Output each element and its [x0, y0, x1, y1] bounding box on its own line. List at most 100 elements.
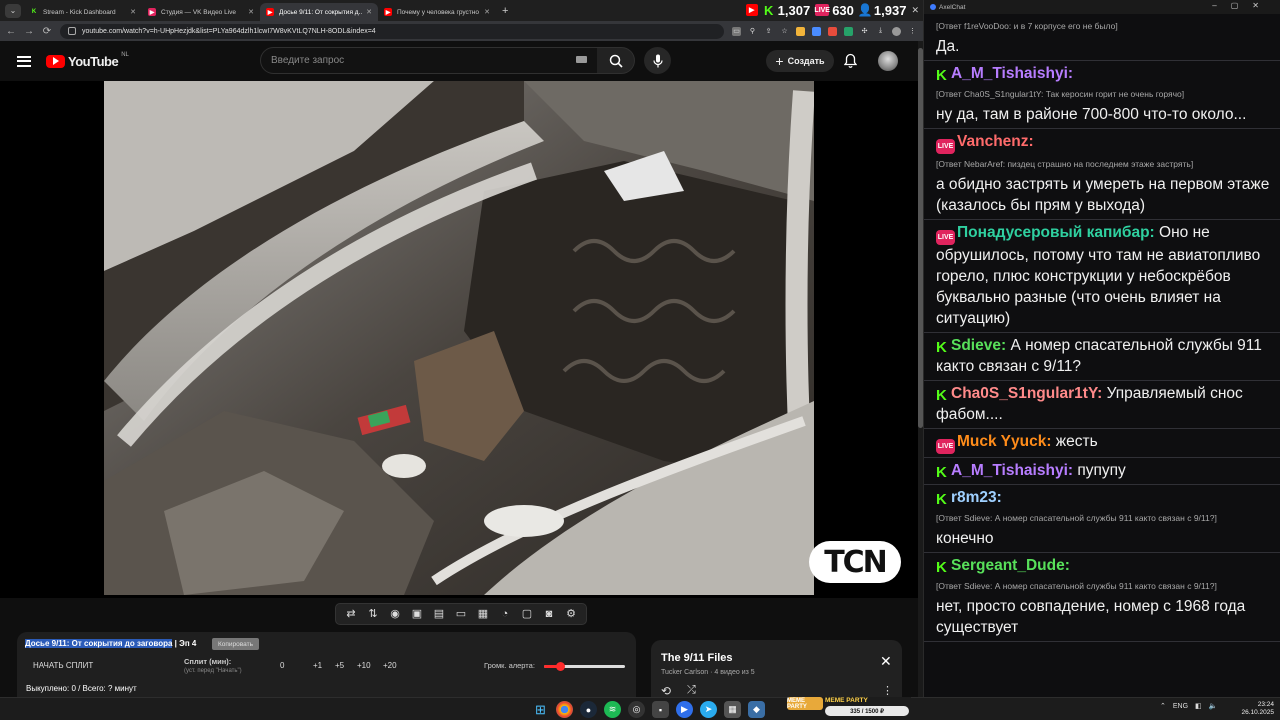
start-split-button[interactable]: НАЧАТЬ СПЛИТ [33, 661, 93, 670]
download-icon[interactable]: ⤓ [876, 27, 885, 36]
tab-kick-dashboard[interactable]: K Stream - Kick Dashboard ✕ [24, 3, 142, 21]
youtube-icon: ▶ [266, 8, 274, 16]
chat-message: Kr8m23: [Ответ Sdieve: А номер спасательн… [924, 485, 1280, 553]
telegram-icon[interactable]: ➤ [700, 701, 717, 718]
alert-volume-handle[interactable] [556, 662, 566, 671]
forward-arrow-icon[interactable]: → [24, 26, 34, 37]
close-icon[interactable]: ✕ [484, 8, 490, 16]
search-button[interactable] [597, 47, 635, 74]
zoom-icon[interactable]: ⚲ [748, 27, 757, 36]
steam-icon[interactable]: ● [580, 701, 597, 718]
add-20-button[interactable]: +20 [383, 661, 397, 670]
loop-playlist-icon[interactable]: ⟲ [661, 684, 671, 697]
tab-youtube-dossier[interactable]: ▶ Досье 9/11: От сокрытия д... ✕ [260, 3, 378, 21]
alert-volume-slider[interactable] [544, 662, 625, 671]
chevron-up-icon[interactable]: ⌃ [1160, 702, 1166, 710]
cinema-icon[interactable]: ▦ [477, 608, 490, 621]
video-frame[interactable] [104, 81, 814, 595]
person-icon: 👤 [857, 3, 873, 17]
chat-username[interactable]: Vanchenz: [957, 133, 1034, 150]
chat-username[interactable]: Cha0S_S1ngular1tY: [951, 385, 1102, 402]
add-5-button[interactable]: +5 [335, 661, 344, 670]
video-title-episode: | Эп 4 [172, 639, 197, 648]
clapperboard-icon[interactable]: ▤ [433, 608, 446, 621]
chat-username[interactable]: Muck Yyuck: [957, 433, 1051, 450]
reload-icon[interactable]: ⟳ [42, 26, 52, 37]
chat-username[interactable]: A_M_Tishaishyi: [951, 462, 1073, 479]
theater-mode-icon[interactable]: ▭ [455, 608, 468, 621]
close-icon[interactable]: ✕ [248, 8, 254, 16]
start-windows-icon[interactable]: ⊞ [532, 701, 549, 718]
chat-message-line: Kr8m23: [936, 487, 1273, 508]
add-10-button[interactable]: +10 [357, 661, 371, 670]
plus-icon: + [775, 53, 784, 69]
video-title: Досье 9/11: От сокрытия до заговора | Эп… [25, 639, 196, 648]
create-button[interactable]: + Создать [766, 50, 834, 72]
picture-in-picture-icon[interactable]: ▣ [411, 608, 424, 621]
camera-icon[interactable]: ◙ [543, 608, 556, 621]
loop-icon[interactable]: ⇄ [345, 608, 358, 621]
tab-youtube-sad[interactable]: ▶ Почему у человека грустно и... ✕ [378, 3, 496, 21]
close-icon[interactable]: ✕ [130, 8, 136, 16]
chat-message: LIVE Понадусеровый капибар: Оно не обруши… [924, 220, 1280, 333]
voice-search-button[interactable] [644, 47, 671, 74]
menu-dots-icon[interactable]: ⋮ [908, 27, 917, 36]
playlist-title[interactable]: The 9/11 Files [661, 652, 733, 664]
account-avatar[interactable] [878, 51, 898, 71]
new-tab-button[interactable]: + [502, 5, 508, 17]
obs-icon[interactable]: ◎ [628, 701, 645, 718]
network-icon[interactable]: ◧ [1195, 702, 1202, 710]
video-player[interactable] [0, 81, 918, 598]
clock[interactable]: 23:24 26.10.2025 [1234, 701, 1274, 717]
chat-username[interactable]: Понадусеровый капибар: [957, 224, 1155, 241]
extension-icon[interactable] [844, 26, 853, 36]
close-icon[interactable]: ✕ [366, 8, 372, 16]
profile-icon[interactable] [892, 26, 901, 36]
speaker-icon[interactable]: 🔈 [1209, 702, 1218, 710]
youtube-header: YouTube NL Введите запрос + Создать [0, 41, 918, 81]
spotify-icon[interactable]: ≋ [604, 701, 621, 718]
tab-search-icon[interactable]: ⌄ [5, 3, 21, 18]
tab-vk-studio[interactable]: ▶ Студия — VK Видео Live ✕ [142, 3, 260, 21]
back-arrow-icon[interactable]: ← [6, 26, 16, 37]
extension-icon[interactable] [812, 26, 821, 36]
app-icon[interactable]: ▦ [724, 701, 741, 718]
youtube-logo[interactable]: YouTube NL [46, 52, 129, 69]
hamburger-menu-icon[interactable] [17, 55, 31, 67]
chat-username[interactable]: Sergeant_Dude: [951, 557, 1070, 574]
window-controls[interactable]: –▢✕ [1212, 1, 1273, 10]
close-icon[interactable]: ✕ [911, 5, 919, 16]
menu-dots-icon[interactable]: ⋮ [882, 684, 893, 697]
close-icon[interactable]: ✕ [880, 654, 892, 668]
site-info-icon[interactable] [68, 27, 76, 35]
app-icon[interactable]: ▪ [652, 701, 669, 718]
clock-date: 26.10.2025 [1241, 709, 1274, 716]
url-text: youtube.com/watch?v=h-UHpHezjdk&list=PLY… [82, 27, 376, 35]
screen-capture-icon[interactable]: ▢ [521, 608, 534, 621]
search-input[interactable]: Введите запрос [260, 47, 598, 74]
cast-icon[interactable]: ▭ [732, 26, 741, 36]
bookmark-star-icon[interactable]: ☆ [780, 27, 789, 36]
url-field[interactable]: youtube.com/watch?v=h-UHpHezjdk&list=PLY… [60, 23, 724, 39]
chat-message-line: LIVE Понадусеровый капибар: Оно не обруши… [936, 222, 1273, 329]
sort-icon[interactable]: ⇅ [367, 608, 380, 621]
notifications-button[interactable] [843, 53, 858, 73]
chrome-icon[interactable] [556, 701, 573, 718]
extension-icon[interactable] [796, 26, 805, 36]
keyboard-icon[interactable] [576, 56, 587, 63]
chat-username[interactable]: Sdieve: [951, 337, 1006, 354]
language-indicator[interactable]: ENG [1173, 703, 1188, 710]
app-icon[interactable]: ◆ [748, 701, 765, 718]
add-1-button[interactable]: +1 [313, 661, 322, 670]
share-icon[interactable]: ⇪ [764, 27, 773, 36]
shuffle-icon[interactable]: ⤮ [687, 684, 696, 697]
chat-username[interactable]: r8m23: [951, 489, 1002, 506]
audio-wave-icon[interactable]: ◉ [389, 608, 402, 621]
extension-icon[interactable] [828, 26, 837, 36]
copy-button[interactable]: Копировать [212, 638, 259, 650]
media-player-icon[interactable]: ▶ [676, 701, 693, 718]
extensions-puzzle-icon[interactable]: ✣ [860, 27, 869, 36]
chat-username[interactable]: A_M_Tishaishyi: [951, 65, 1073, 82]
speed-gauge-icon[interactable]: ◔ [499, 608, 512, 621]
gear-icon[interactable]: ⚙ [565, 608, 578, 621]
